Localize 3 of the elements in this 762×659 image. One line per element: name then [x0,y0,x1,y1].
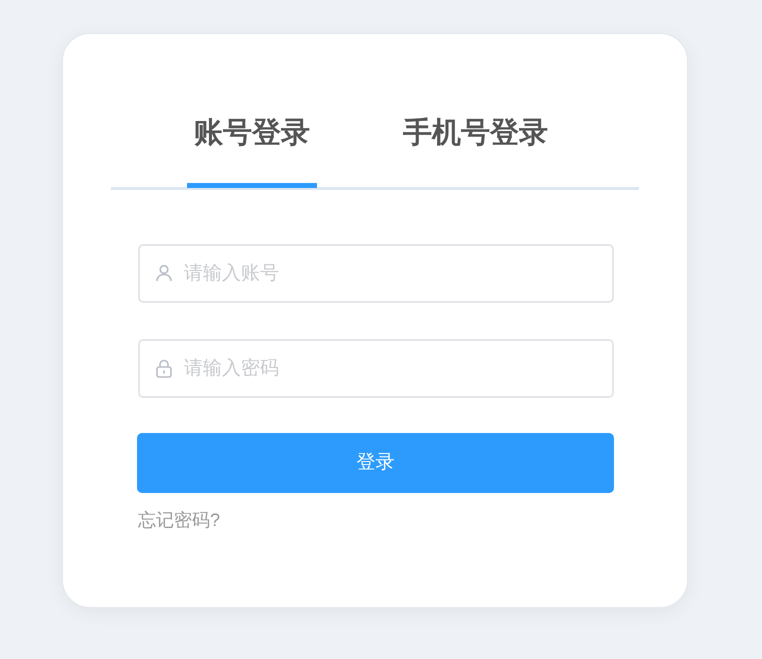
lock-icon [155,359,173,378]
user-icon [155,264,173,282]
tab[interactable]: 手机号登录 [396,108,555,188]
